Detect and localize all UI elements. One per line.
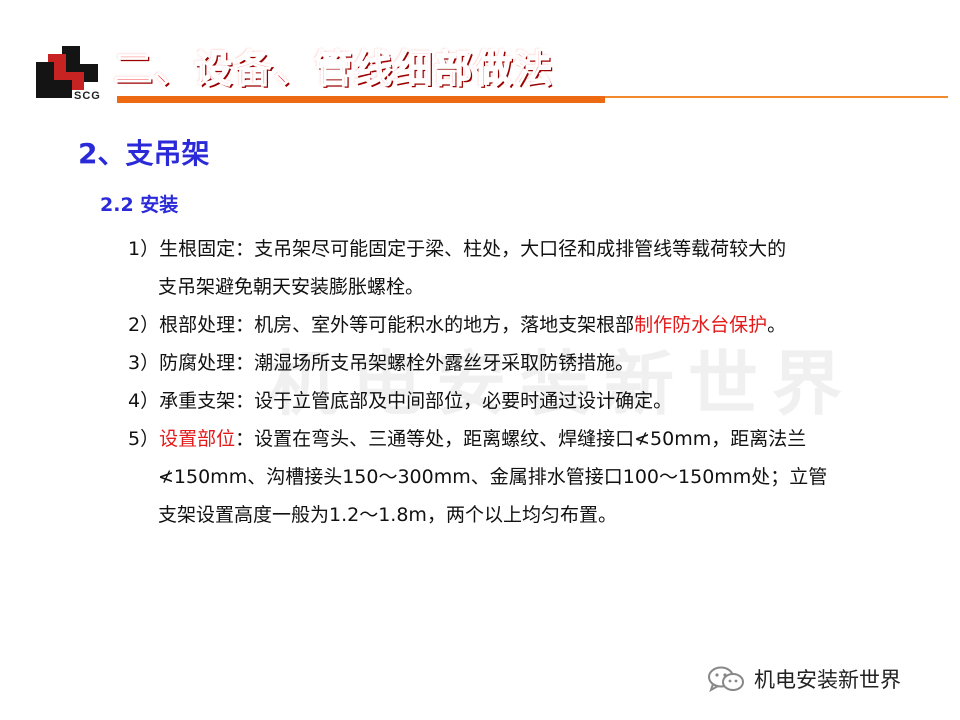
- item-number: 1）: [128, 238, 160, 260]
- item-label-highlight: 设置部位: [159, 428, 236, 450]
- item-list: 1）生根固定：支吊架尽可能固定于梁、柱处，大口径和成排管线等载荷较大的 支吊架避…: [128, 230, 918, 534]
- list-item-5: 5）设置部位：设置在弯头、三通等处，距离螺纹、焊缝接口≮50mm，距离法兰 ≮1…: [128, 420, 918, 534]
- list-item-2: 2）根部处理：机房、室外等可能积水的地方，落地支架根部制作防水台保护。: [128, 306, 918, 344]
- item-text: 设置在弯头、三通等处，距离螺纹、焊缝接口≮50mm，距离法兰: [254, 428, 807, 450]
- item-text: 支吊架尽可能固定于梁、柱处，大口径和成排管线等载荷较大的: [254, 238, 787, 260]
- item-number: 2）: [128, 314, 160, 336]
- item-text-end: 。: [767, 314, 787, 336]
- list-item-1: 1）生根固定：支吊架尽可能固定于梁、柱处，大口径和成排管线等载荷较大的 支吊架避…: [128, 230, 918, 306]
- section-subheading: 2.2 安装: [100, 194, 179, 216]
- item-label: 承重支架：: [159, 390, 255, 412]
- item-label: 生根固定：: [159, 238, 255, 260]
- item-text: 机房、室外等可能积水的地方，落地支架根部: [254, 314, 635, 336]
- item-label: 根部处理：: [159, 314, 255, 336]
- item-number: 5）: [128, 428, 160, 450]
- item-number: 4）: [128, 390, 160, 412]
- slide-title: 二、设备、管线细部做法: [113, 46, 555, 92]
- footer-brand: 机电安装新世界: [706, 664, 901, 694]
- item-text-continued: 支架设置高度一般为1.2～1.8m，两个以上均匀布置。: [158, 504, 617, 526]
- item-label: 防腐处理：: [159, 352, 255, 374]
- title-rule-thick: [117, 96, 605, 103]
- item-text-continued: 支吊架避免朝天安装膨胀螺栓。: [158, 276, 425, 298]
- logo-text: SCG: [74, 90, 101, 102]
- item-colon: ：: [235, 428, 255, 450]
- list-item-4: 4）承重支架：设于立管底部及中间部位，必要时通过设计确定。: [128, 382, 918, 420]
- item-text: 潮湿场所支吊架螺栓外露丝牙采取防锈措施。: [254, 352, 635, 374]
- item-text-continued: ≮150mm、沟槽接头150～300mm、金属排水管接口100～150mm处；立…: [158, 466, 828, 488]
- section-heading: 2、支吊架: [78, 137, 210, 170]
- list-item-3: 3）防腐处理：潮湿场所支吊架螺栓外露丝牙采取防锈措施。: [128, 344, 918, 382]
- wechat-icon: [708, 666, 744, 693]
- footer-text: 机电安装新世界: [754, 668, 901, 692]
- item-text: 设于立管底部及中间部位，必要时通过设计确定。: [254, 390, 673, 412]
- item-highlight: 制作防水台保护: [634, 314, 768, 336]
- item-number: 3）: [128, 352, 160, 374]
